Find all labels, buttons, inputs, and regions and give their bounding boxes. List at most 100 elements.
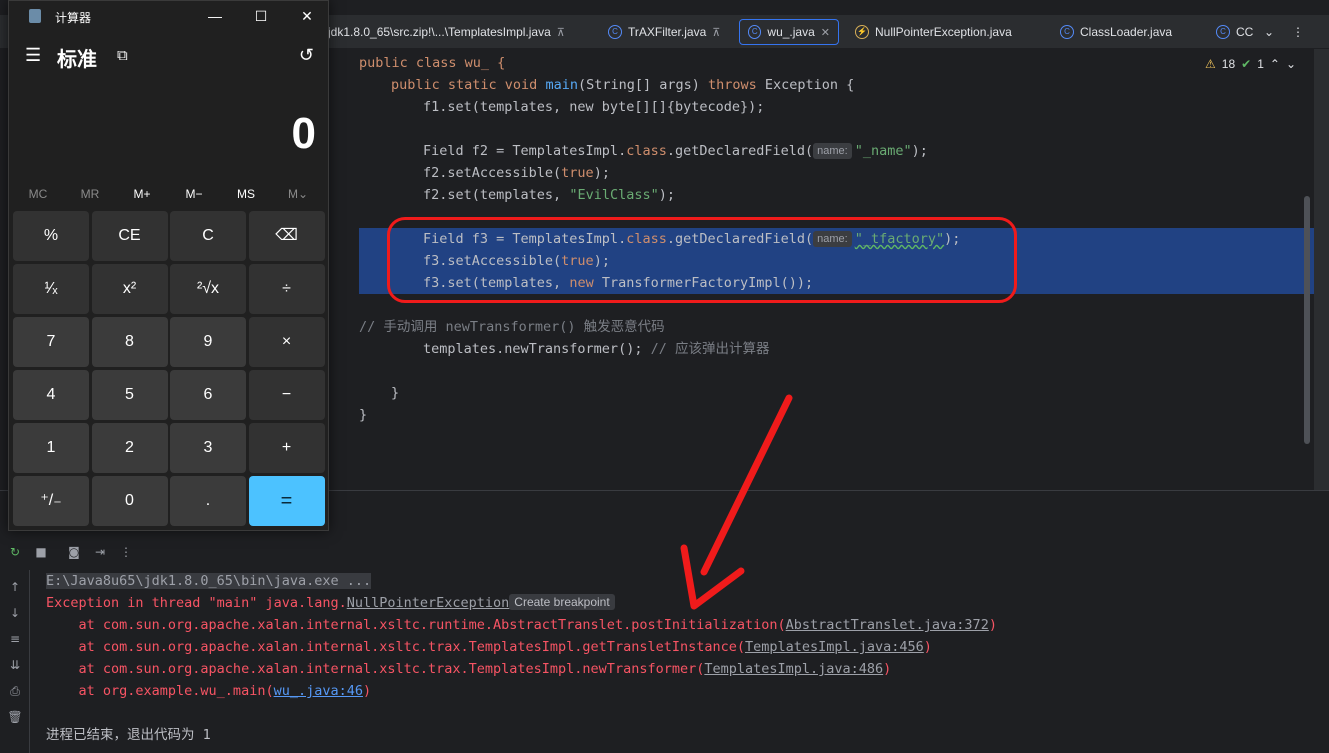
check-icon: ✔ [1241,57,1252,71]
tab-label: NullPointerException.java [875,25,1012,39]
calculator-app-icon [29,9,41,23]
chevron-up-icon[interactable]: ⌃ [1270,57,1280,71]
key-square-button[interactable]: x² [91,264,168,314]
stack-frame: at com.sun.org.apache.xalan.internal.xsl… [46,639,932,655]
stop-icon[interactable]: ■ [33,545,49,561]
stack-frame: at com.sun.org.apache.xalan.internal.xsl… [46,617,997,633]
warning-icon: ⚠ [1205,57,1216,71]
key-decimal-button[interactable]: . [170,476,246,526]
m-plus-button[interactable]: M+ [116,187,168,201]
key-minus-button[interactable]: − [248,370,325,420]
rerun-icon[interactable]: ↻ [7,545,23,561]
trash-icon[interactable]: 🗑 [7,710,23,726]
arrow-down-icon[interactable]: ↓ [7,606,23,622]
key-reciprocal-button[interactable]: ¹⁄ₓ [13,264,89,314]
code-line: templates.newTransformer(); // 应该弹出计算器 [423,341,770,357]
chevron-down-icon[interactable]: ⌄ [1286,57,1296,71]
parameter-hint: name: [813,143,852,159]
key-six-button[interactable]: 6 [170,370,246,420]
tab-traxfilter[interactable]: C TrAXFilter.java ⊼ [600,19,728,45]
code-line: f1.set(templates, new byte[][]{bytecode}… [423,99,765,115]
arrow-up-icon[interactable]: ↑ [7,580,23,596]
console-command: E:\Java8u65\jdk1.8.0_65\bin\java.exe ... [46,573,372,589]
calculator-titlebar[interactable]: 计算器 — ☐ ✕ [9,1,330,31]
tab-label: jdk1.8.0_65\src.zip!\...\TemplatesImpl.j… [328,25,551,39]
key-percent-button[interactable]: % [13,211,89,261]
close-icon[interactable]: ✕ [821,26,830,39]
hamburger-menu-icon[interactable]: ☰ [25,45,41,66]
tab-wu-java[interactable]: C wu_.java ✕ [739,19,839,45]
console-toolbar: ↻ ■ ◙ ⇥ ⋮ [0,540,1329,566]
key-multiply-button[interactable]: × [248,317,325,367]
code-line: f2.setAccessible(true); [423,165,610,181]
code-line: Field f2 = TemplatesImpl.class.getDeclar… [423,143,928,159]
key-seven-button[interactable]: 7 [13,317,89,367]
key-ce-button[interactable]: CE [91,211,168,261]
more-icon[interactable]: ⋮ [118,545,134,561]
code-comment: // 手动调用 newTransformer() 触发恶意代码 [359,319,665,335]
key-sqrt-button[interactable]: ²√x [170,264,246,314]
maximize-icon[interactable]: ☐ [238,1,284,31]
scroll-to-end-icon[interactable]: ⇊ [7,658,23,674]
key-plus-button[interactable]: + [248,423,325,473]
key-zero-button[interactable]: 0 [91,476,168,526]
pin-icon[interactable]: ⊼ [712,26,720,39]
key-negate-button[interactable]: ⁺/₋ [13,476,89,526]
mc-button[interactable]: MC [12,187,64,201]
camera-icon[interactable]: ◙ [66,545,82,561]
key-five-button[interactable]: 5 [91,370,168,420]
minimize-icon[interactable]: — [192,1,238,31]
m-minus-button[interactable]: M− [168,187,220,201]
code-editor[interactable]: ⚠ 18 ✔ 1 ⌃ ⌄ public class wu_ { public s… [330,49,1314,490]
create-breakpoint-button[interactable]: Create breakpoint [509,594,615,610]
stack-link[interactable]: TemplatesImpl.java:486 [704,661,883,677]
key-eight-button[interactable]: 8 [91,317,168,367]
tab-classloader[interactable]: C ClassLoader.java [1052,19,1180,45]
code-line: public class wu_ { [359,55,506,71]
memory-list-button[interactable]: M⌄ [272,187,324,201]
code-line: public static void main(String[] args) t… [391,77,855,93]
stack-frame: at com.sun.org.apache.xalan.internal.xsl… [46,661,892,677]
key-four-button[interactable]: 4 [13,370,89,420]
code-line: f2.set(templates, "EvilClass"); [423,187,675,203]
key-equals-button[interactable]: = [248,476,325,526]
key-backspace-button[interactable]: ⌫ [248,211,325,261]
stack-link[interactable]: TemplatesImpl.java:456 [745,639,924,655]
more-tabs-icon[interactable]: ⋮ [1284,19,1312,45]
calculator-title: 计算器 [55,11,92,25]
class-icon: C [608,25,622,39]
ms-button[interactable]: MS [220,187,272,201]
soft-wrap-icon[interactable]: ≡ [7,632,23,648]
editor-scrollbar[interactable] [1304,196,1310,444]
keep-on-top-icon[interactable]: ⧉ [117,47,128,64]
class-icon: C [1216,25,1230,39]
class-icon: C [748,25,762,39]
restore-layout-icon[interactable]: ⇥ [92,545,108,561]
pin-icon[interactable]: ⊼ [557,26,565,39]
close-icon[interactable]: ✕ [284,1,330,31]
print-icon[interactable]: ⎙ [7,684,23,700]
tab-nullpointerexception[interactable]: ⚡ NullPointerException.java [847,19,1020,45]
calculator-window: 计算器 — ☐ ✕ ☰ 标准 ⧉ ↺ 0 MC MR M+ M− MS M⌄ %… [8,0,329,531]
tab-templatesimpl[interactable]: jdk1.8.0_65\src.zip!\...\TemplatesImpl.j… [320,19,573,45]
key-clear-button[interactable]: C [170,211,246,261]
tab-overflow-chevron-icon[interactable]: ⌄ [1256,19,1282,45]
console-side-toolbar: ↑ ↓ ≡ ⇊ ⎙ 🗑 [0,570,30,753]
exception-class-icon: ⚡ [855,25,869,39]
mr-button[interactable]: MR [64,187,116,201]
history-icon[interactable]: ↺ [299,45,314,66]
key-two-button[interactable]: 2 [91,423,168,473]
exception-class-link[interactable]: NullPointerException [347,595,510,611]
key-one-button[interactable]: 1 [13,423,89,473]
stack-link[interactable]: AbstractTranslet.java:372 [786,617,989,633]
calculator-display: 0 [291,109,316,158]
stack-link[interactable]: wu_.java:46 [274,683,363,699]
code-line: } [391,385,400,401]
key-divide-button[interactable]: ÷ [248,264,325,314]
key-nine-button[interactable]: 9 [170,317,246,367]
tab-cc[interactable]: C CC [1208,19,1261,45]
key-three-button[interactable]: 3 [170,423,246,473]
inspection-widget[interactable]: ⚠ 18 ✔ 1 ⌃ ⌄ [1205,57,1296,71]
tab-label: wu_.java [767,25,815,39]
calculator-mode: 标准 [57,49,97,71]
